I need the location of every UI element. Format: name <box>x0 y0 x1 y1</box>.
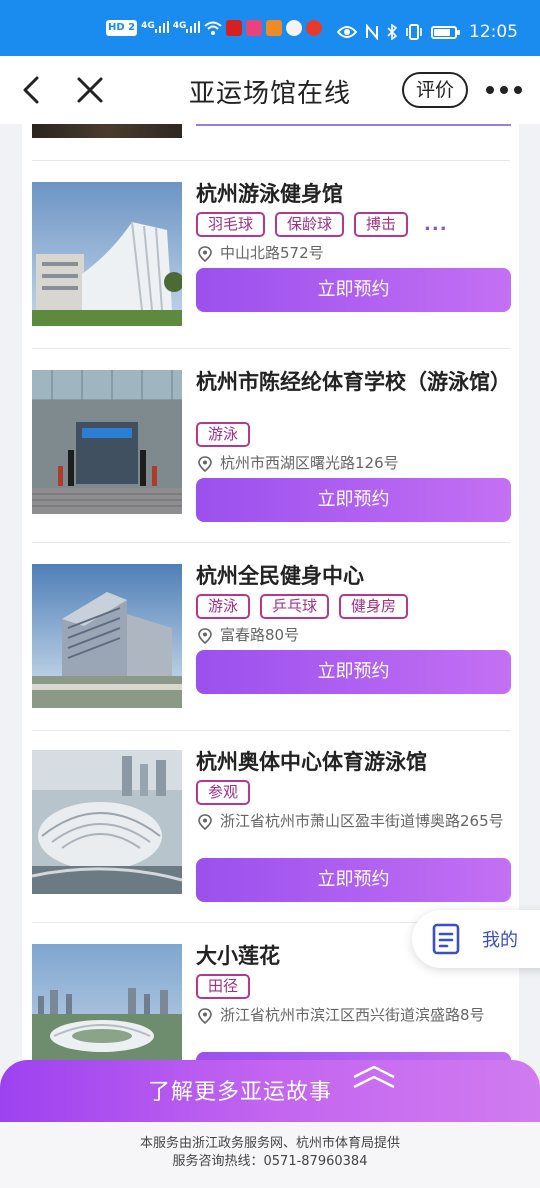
venue-tag: 羽毛球 <box>196 212 266 237</box>
venue-tags: 游泳 乒乓球 健身房 <box>196 594 409 619</box>
venue-tag: 乒乓球 <box>260 594 330 619</box>
story-banner[interactable]: 了解更多亚运故事 <box>0 1060 540 1122</box>
book-now-button[interactable]: 立即预约 <box>196 650 511 694</box>
location-pin-icon <box>198 628 212 645</box>
document-list-icon <box>432 923 460 955</box>
venue-tag: 保龄球 <box>275 212 345 237</box>
venue-address: 中山北路572号 <box>196 244 506 263</box>
venue-card-1[interactable]: 杭州游泳健身馆 羽毛球 保龄球 搏击 ... 中山北路572号 立即预约 <box>22 182 519 332</box>
mine-label: 我的 <box>482 930 518 951</box>
footer-hotline-text: 服务咨询热线：0571-87960384 <box>172 1154 368 1169</box>
book-now-button[interactable]: 立即预约 <box>196 268 511 312</box>
venue-address-text: 中山北路572号 <box>220 244 324 262</box>
divider <box>32 542 510 543</box>
footer-provider-text: 本服务由浙江政务服务网、杭州市体育局提供 <box>139 1136 400 1151</box>
venue-tag: 游泳 <box>196 594 251 619</box>
app-notification-icon-2 <box>246 20 263 36</box>
venue-title: 杭州游泳健身馆 <box>196 182 343 206</box>
location-pin-icon <box>198 1008 212 1025</box>
story-banner-label: 了解更多亚运故事 <box>147 1080 332 1105</box>
previous-venue-thumbnail <box>32 124 182 138</box>
venue-thumbnail <box>32 564 182 708</box>
venue-thumbnail <box>32 182 182 326</box>
venue-list-area: 杭州游泳健身馆 羽毛球 保龄球 搏击 ... 中山北路572号 立即预约 杭州市… <box>0 124 540 1188</box>
venue-card-3[interactable]: 杭州全民健身中心 游泳 乒乓球 健身房 富春路80号 立即预约 <box>22 564 519 714</box>
venue-tag: 游泳 <box>196 422 251 447</box>
venue-card-4[interactable]: 杭州奥体中心体育游泳馆 参观 浙江省杭州市萧山区盈丰街道博奥路265号 立即预约 <box>22 750 519 902</box>
book-now-button[interactable]: 立即预约 <box>196 858 511 902</box>
venue-title: 杭州奥体中心体育游泳馆 <box>196 750 427 774</box>
service-footer: 本服务由浙江政务服务网、杭州市体育局提供 服务咨询热线：0571-8796038… <box>0 1122 540 1188</box>
status-bar: HD 2 4G 4G 12:05 <box>0 0 540 56</box>
venue-tags: 田径 <box>196 974 251 999</box>
bluetooth-icon <box>387 24 397 40</box>
venue-tags: 羽毛球 保龄球 搏击 ... <box>196 212 448 237</box>
venue-tag: 参观 <box>196 780 251 805</box>
more-tags-indicator[interactable]: ... <box>418 214 448 235</box>
double-chevron-up-icon <box>353 1065 395 1089</box>
app-notification-icon-5 <box>306 20 323 36</box>
vibrate-icon <box>406 24 422 40</box>
venue-tag: 田径 <box>196 974 251 999</box>
venue-card-2[interactable]: 杭州市陈经纶体育学校（游泳馆） 游泳 杭州市西湖区曙光路126号 立即预约 <box>22 370 519 522</box>
wifi-icon <box>204 21 223 35</box>
book-now-button[interactable]: 立即预约 <box>196 478 511 522</box>
rate-button[interactable]: 评价 <box>402 72 468 108</box>
hd-badge: HD 2 <box>106 20 138 36</box>
venue-address-text: 浙江省杭州市萧山区盈丰街道博奥路265号 <box>220 812 504 830</box>
app-notification-icon-3 <box>266 20 283 36</box>
venue-address-text: 富春路80号 <box>220 626 300 644</box>
signal-4g-1: 4G <box>141 20 169 36</box>
location-pin-icon <box>198 246 212 263</box>
venue-address-text: 杭州市西湖区曙光路126号 <box>220 454 399 472</box>
venue-title: 杭州市陈经纶体育学校（游泳馆） <box>196 370 511 394</box>
divider <box>32 160 510 161</box>
venue-address: 浙江省杭州市萧山区盈丰街道博奥路265号 <box>196 812 506 831</box>
location-pin-icon <box>198 814 212 831</box>
venue-address: 富春路80号 <box>196 626 506 645</box>
eye-icon <box>337 26 357 38</box>
nfc-icon <box>366 24 378 40</box>
venue-address: 浙江省杭州市滨江区西兴街道滨盛路8号 <box>196 1006 506 1025</box>
location-pin-icon <box>198 456 212 473</box>
signal-4g-2: 4G <box>173 20 201 36</box>
venue-title: 杭州全民健身中心 <box>196 564 364 588</box>
mine-floating-button[interactable]: 我的 <box>412 910 540 968</box>
venue-tags: 参观 <box>196 780 251 805</box>
venue-address: 杭州市西湖区曙光路126号 <box>196 454 506 473</box>
previous-venue-book-button-edge <box>196 124 511 126</box>
venue-tag: 健身房 <box>339 594 409 619</box>
venue-tag: 搏击 <box>354 212 409 237</box>
venue-thumbnail <box>32 370 182 514</box>
status-time: 12:05 <box>469 22 518 42</box>
venue-thumbnail <box>32 750 182 894</box>
more-dots-icon[interactable] <box>486 86 522 94</box>
venue-tags: 游泳 <box>196 422 251 447</box>
venue-list: 杭州游泳健身馆 羽毛球 保龄球 搏击 ... 中山北路572号 立即预约 杭州市… <box>22 124 519 1188</box>
status-left: HD 2 4G 4G <box>106 20 323 36</box>
app-notification-icon-1 <box>226 20 243 36</box>
divider <box>32 730 510 731</box>
venue-address-text: 浙江省杭州市滨江区西兴街道滨盛路8号 <box>220 1006 485 1024</box>
battery-icon <box>431 25 460 39</box>
app-notification-icon-4 <box>286 20 303 36</box>
nav-bar: 亚运场馆在线 评价 <box>0 56 540 124</box>
divider <box>32 348 510 349</box>
status-right: 12:05 <box>337 22 518 42</box>
